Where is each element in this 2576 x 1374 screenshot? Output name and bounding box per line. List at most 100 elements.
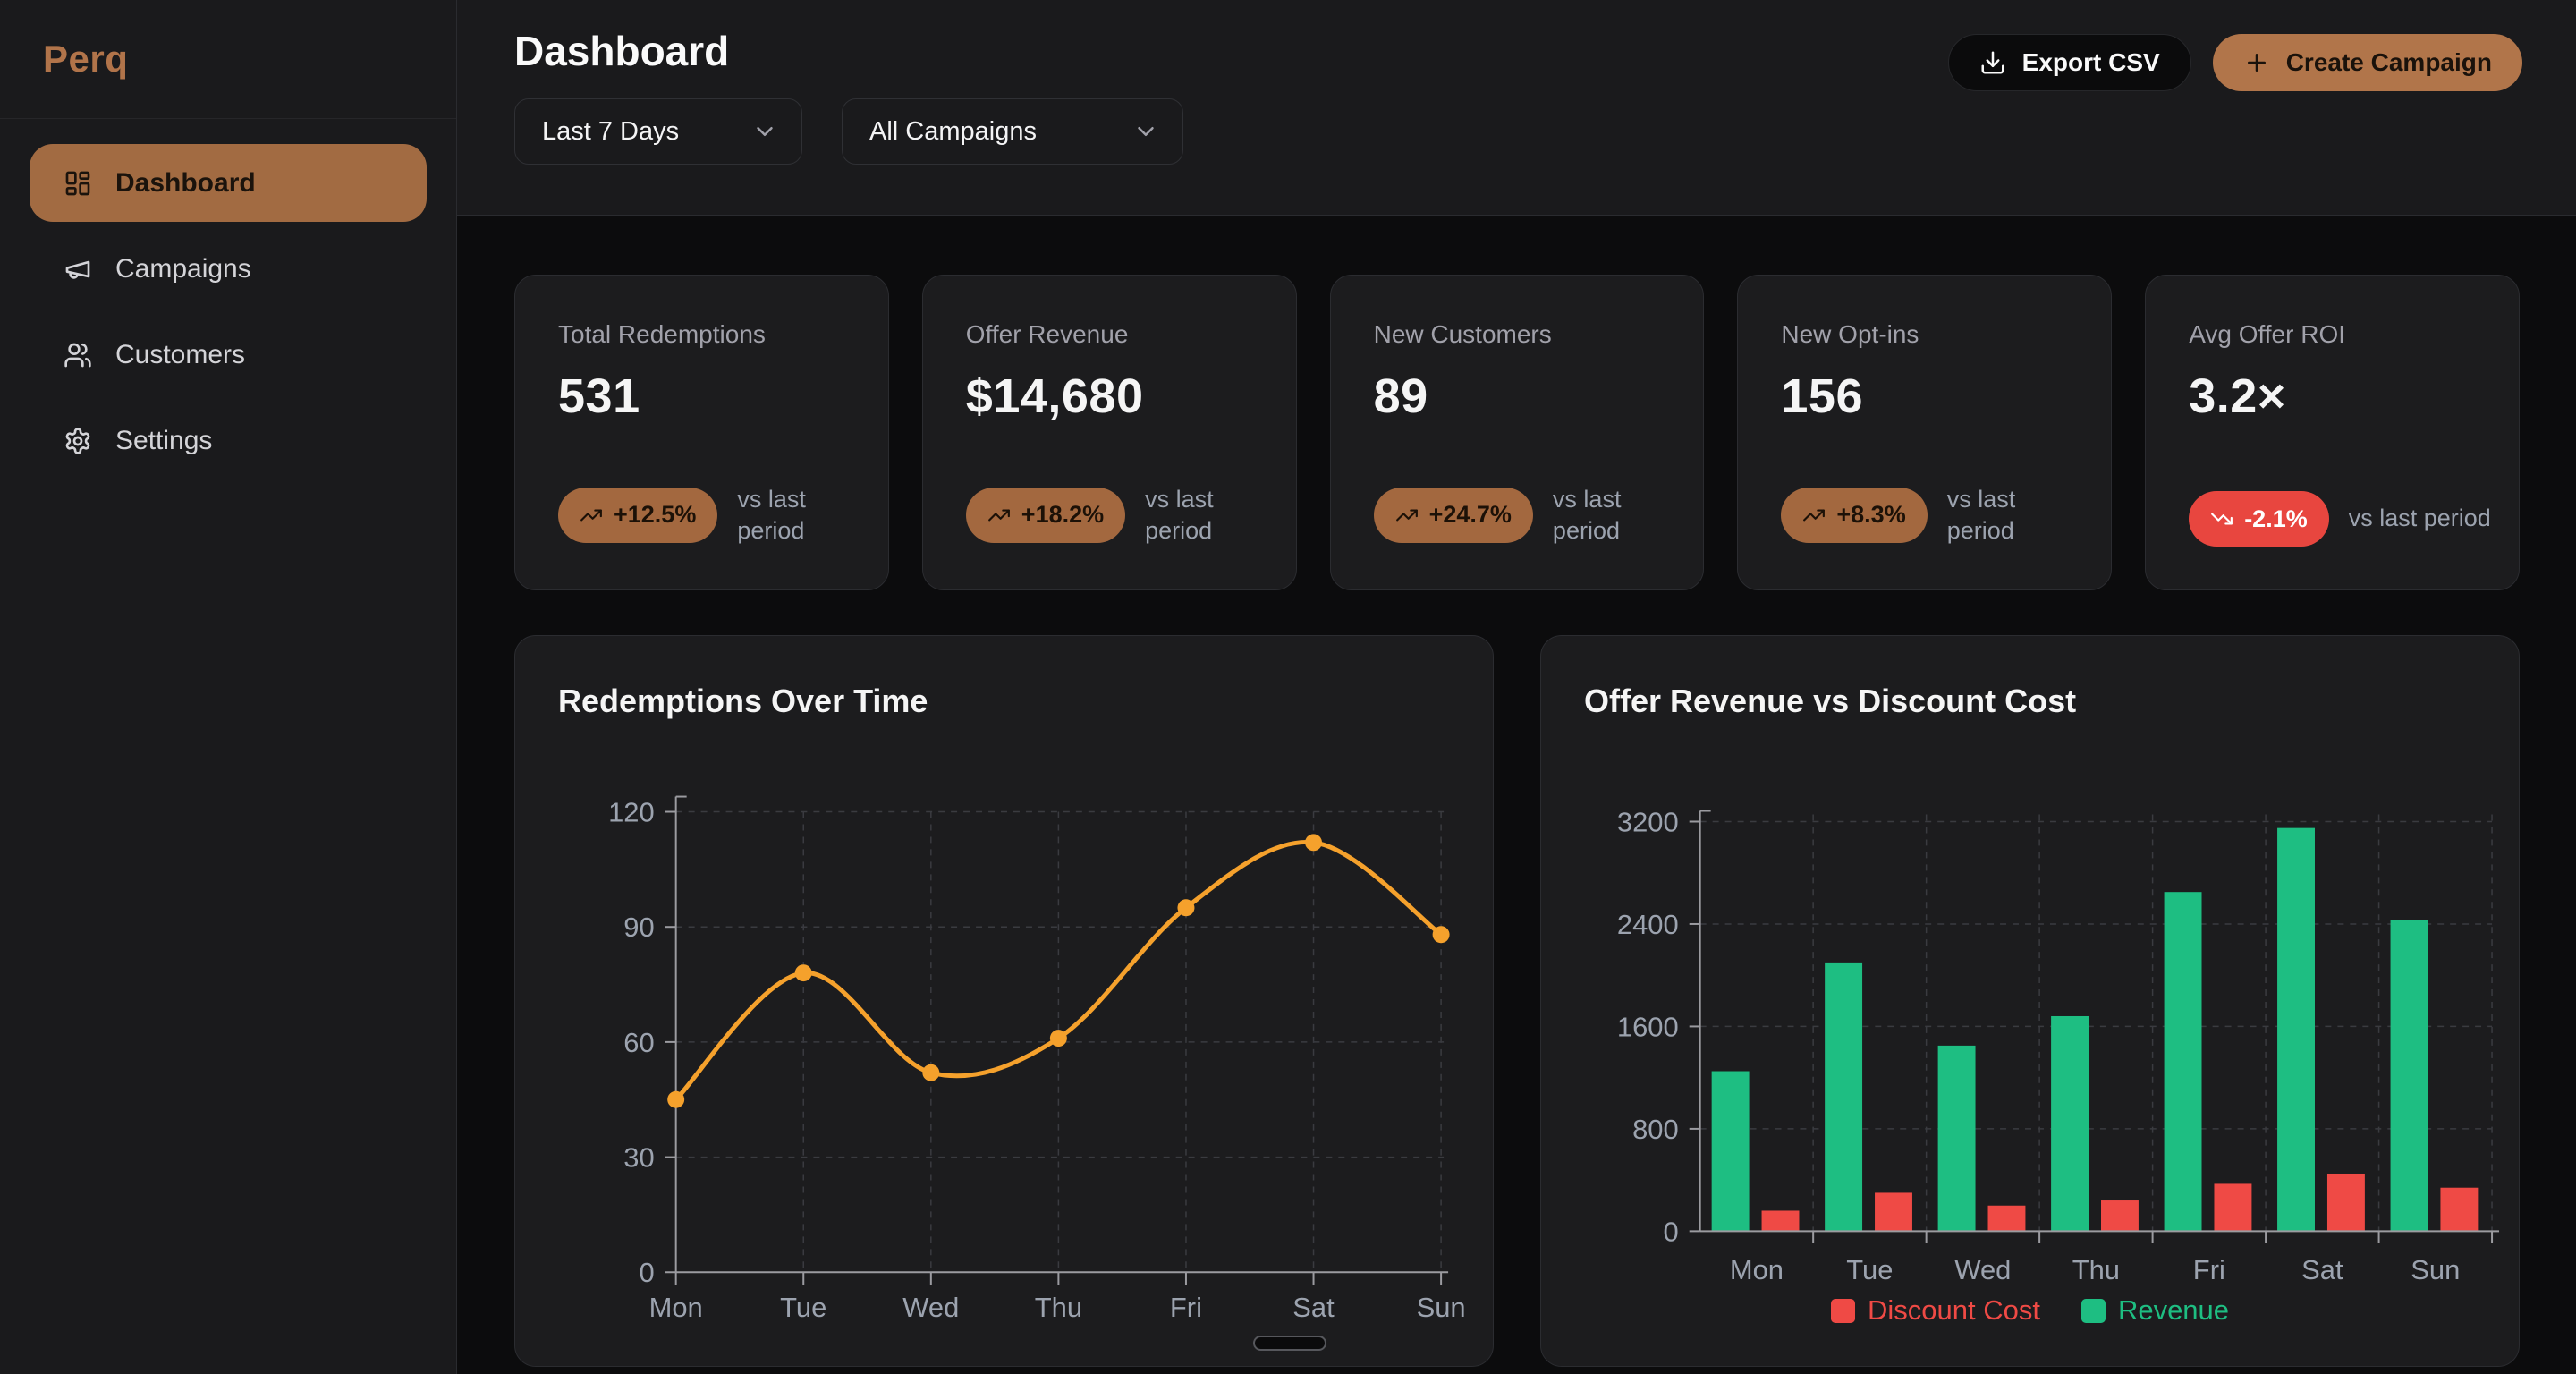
x-tick-label: Fri <box>2193 1254 2225 1285</box>
x-tick-label: Tue <box>1846 1254 1893 1285</box>
brand-logo: Perq <box>43 38 128 81</box>
x-tick-label: Wed <box>1954 1254 2011 1285</box>
legend-swatch <box>1831 1299 1855 1323</box>
x-tick-label: Sun <box>1417 1292 1466 1323</box>
app-root: { "app": { "brand": "Perq" }, "sidebar":… <box>0 0 2576 1374</box>
kpi-label: Total Redemptions <box>558 315 766 349</box>
revenue-bar <box>2277 828 2315 1232</box>
kpi-value: 3.2× <box>2189 369 2483 424</box>
data-point <box>667 1091 684 1108</box>
legend-item-revenue[interactable]: Revenue <box>2081 1294 2229 1327</box>
data-point <box>1433 926 1450 943</box>
y-tick-label: 2400 <box>1617 909 1679 940</box>
data-point <box>1305 834 1322 851</box>
chart-scrollbar-thumb[interactable] <box>1253 1336 1326 1351</box>
download-icon <box>1979 49 2006 76</box>
x-tick-label: Sun <box>2411 1254 2460 1285</box>
layout-dashboard-icon <box>64 169 92 198</box>
dashboard-content: Total Redemptions 531 +12.5% vs last per… <box>457 216 2576 1374</box>
kpi-label: New Opt-ins <box>1781 315 1919 349</box>
discount-cost-bar <box>1988 1206 2026 1232</box>
x-tick-label: Fri <box>1170 1292 1202 1323</box>
x-tick-label: Wed <box>902 1292 959 1323</box>
sidebar-item-customers[interactable]: Customers <box>30 316 427 394</box>
kpi-note: vs last period <box>2349 503 2491 534</box>
x-tick-label: Sat <box>1292 1292 1335 1323</box>
trending-up-icon <box>1802 504 1826 527</box>
discount-cost-bar <box>2327 1174 2365 1231</box>
data-point <box>795 964 812 981</box>
main-area: Dashboard Last 7 Days All Campaigns Expo… <box>457 0 2576 1374</box>
info-icon[interactable] <box>2048 315 2075 342</box>
info-icon[interactable] <box>1233 315 1260 342</box>
data-point <box>922 1064 939 1081</box>
data-point <box>1050 1030 1067 1047</box>
y-tick-label: 1600 <box>1617 1011 1679 1042</box>
kpi-card: New Customers 89 +24.7% vs last period <box>1330 275 1705 590</box>
y-tick-label: 60 <box>623 1027 654 1058</box>
line-chart-card: 0306090120MonTueWedThuFriSatSun Redempti… <box>514 635 1494 1367</box>
kpi-card: Offer Revenue $14,680 +18.2% vs last per… <box>922 275 1297 590</box>
discount-cost-bar <box>2440 1188 2478 1232</box>
kpi-card: New Opt-ins 156 +8.3% vs last period <box>1737 275 2112 590</box>
kpi-row: Total Redemptions 531 +12.5% vs last per… <box>514 275 2520 590</box>
kpi-card: Total Redemptions 531 +12.5% vs last per… <box>514 275 889 590</box>
line-chart-svg: 0306090120MonTueWedThuFriSatSun <box>515 636 1493 1366</box>
info-icon[interactable] <box>826 315 852 342</box>
legend-label: Discount Cost <box>1868 1294 2040 1327</box>
campaign-select[interactable]: All Campaigns <box>842 98 1183 165</box>
legend-item-discount-cost[interactable]: Discount Cost <box>1831 1294 2040 1327</box>
discount-cost-bar <box>2214 1183 2251 1231</box>
topbar: Dashboard Last 7 Days All Campaigns Expo… <box>457 0 2576 216</box>
campaign-select-value: All Campaigns <box>869 117 1037 147</box>
x-tick-label: Mon <box>1730 1254 1784 1285</box>
megaphone-icon <box>64 255 92 284</box>
charts-row: 0306090120MonTueWedThuFriSatSun Redempti… <box>514 635 2520 1367</box>
legend-label: Revenue <box>2118 1294 2229 1327</box>
bar-chart-title: Offer Revenue vs Discount Cost <box>1584 683 2076 720</box>
trending-up-icon <box>1395 504 1419 527</box>
revenue-bar <box>1938 1046 1976 1231</box>
kpi-note: vs last period <box>1553 484 1660 547</box>
kpi-value: 89 <box>1374 369 1668 424</box>
create-campaign-button[interactable]: Create Campaign <box>2213 34 2522 91</box>
sidebar-item-settings[interactable]: Settings <box>30 402 427 479</box>
chevron-down-icon <box>751 118 778 145</box>
sidebar-item-dashboard[interactable]: Dashboard <box>30 144 427 222</box>
y-tick-label: 800 <box>1632 1114 1679 1145</box>
export-csv-button[interactable]: Export CSV <box>1948 34 2191 91</box>
kpi-label: Avg Offer ROI <box>2189 315 2345 349</box>
plus-icon <box>2243 49 2270 76</box>
kpi-delta-badge: +24.7% <box>1374 488 1533 543</box>
bar-chart-card: 0 800 1600 2400 3200 Mon Tue Wed Thu Fri Sat Sun Of… <box>1540 635 2520 1367</box>
y-tick-label: 30 <box>623 1142 654 1174</box>
kpi-note: vs last period <box>1145 484 1252 547</box>
y-tick-label: 0 <box>640 1257 655 1288</box>
kpi-delta-badge: +8.3% <box>1781 488 1927 543</box>
revenue-bar <box>2391 920 2428 1232</box>
filter-bar: Last 7 Days All Campaigns <box>514 98 2522 165</box>
date-range-value: Last 7 Days <box>542 117 679 147</box>
date-range-select[interactable]: Last 7 Days <box>514 98 802 165</box>
y-tick-label: 0 <box>1664 1216 1679 1247</box>
info-icon[interactable] <box>1640 315 1667 342</box>
kpi-delta-badge: +12.5% <box>558 488 717 543</box>
bar-chart-svg: 0 800 1600 2400 3200 Mon Tue Wed Thu Fri Sat Sun <box>1541 636 2519 1366</box>
discount-cost-bar <box>1875 1192 1912 1231</box>
y-tick-label: 3200 <box>1617 806 1679 837</box>
sidebar: Perq Dashboard Campaigns Customers Setti… <box>0 0 457 1374</box>
trending-up-icon <box>580 504 603 527</box>
kpi-value: 531 <box>558 369 852 424</box>
sidebar-item-campaigns[interactable]: Campaigns <box>30 230 427 308</box>
x-tick-label: Sat <box>2301 1254 2343 1285</box>
line-chart-title: Redemptions Over Time <box>558 683 928 720</box>
kpi-value: $14,680 <box>966 369 1260 424</box>
y-tick-label: 120 <box>608 797 655 828</box>
data-point <box>1177 899 1194 916</box>
info-icon[interactable] <box>2456 315 2483 342</box>
kpi-note: vs last period <box>1947 484 2086 547</box>
revenue-bar <box>2051 1016 2089 1231</box>
x-tick-label: Thu <box>2072 1254 2120 1285</box>
kpi-note: vs last period <box>737 484 862 547</box>
gear-icon <box>64 427 92 455</box>
